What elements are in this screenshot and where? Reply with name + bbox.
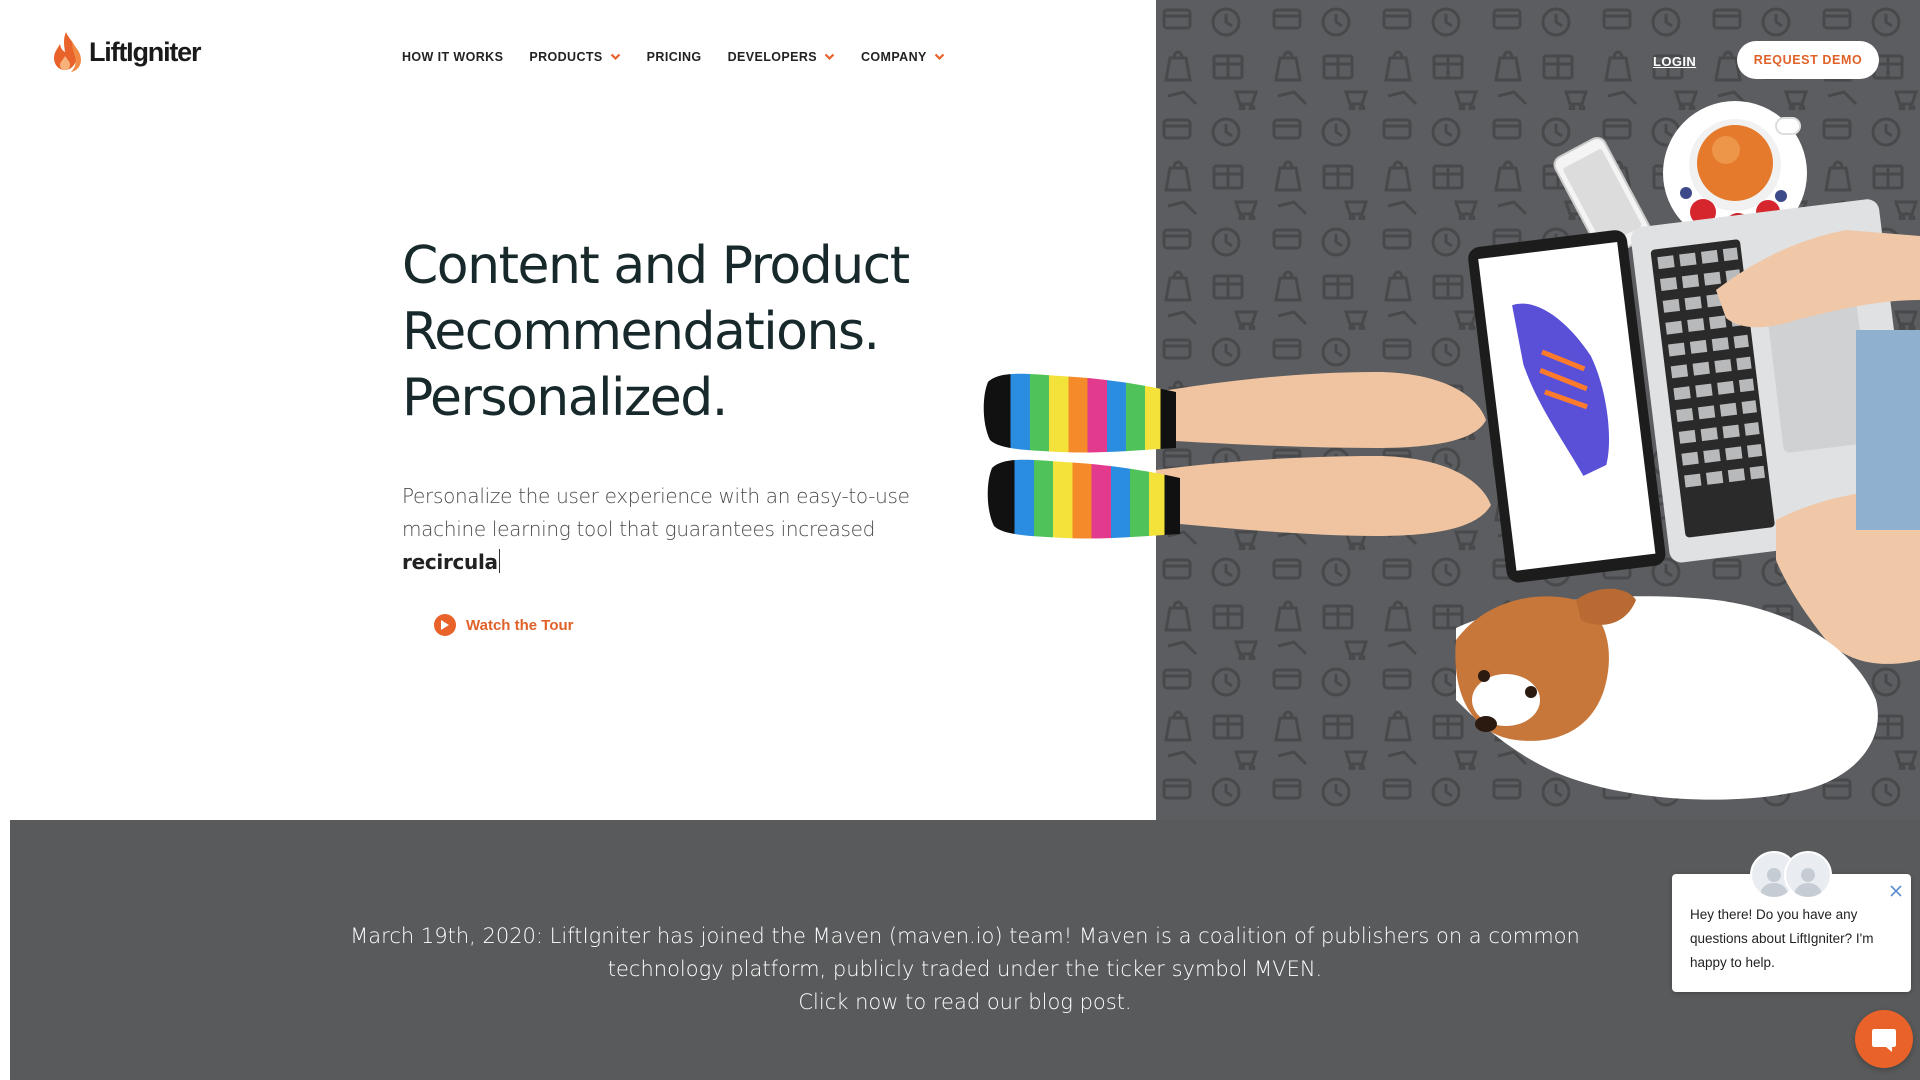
nav-label: PRODUCTS — [529, 50, 603, 64]
announcement-text: March 19th, 2020: LiftIgniter has joined… — [10, 920, 1920, 1019]
chevron-down-icon — [610, 53, 620, 61]
logo[interactable]: LiftIgniter — [51, 30, 201, 74]
hero-title: Content and Product Recommendations. Per… — [402, 233, 962, 431]
logo-text: LiftIgniter — [89, 36, 201, 67]
chat-bubble-icon — [1872, 1029, 1896, 1052]
nav-item-products[interactable]: PRODUCTS — [529, 50, 620, 64]
flame-logo-icon — [54, 32, 81, 72]
hero-subtitle: Personalize the user experience with an … — [402, 480, 922, 579]
user-silhouette-icon — [1794, 868, 1822, 897]
striped-socks-image — [983, 373, 1180, 539]
avatar — [1784, 851, 1832, 899]
chat-launcher-button[interactable] — [1855, 1010, 1913, 1068]
typing-caret — [498, 549, 500, 573]
nav-label: COMPANY — [861, 50, 927, 64]
nav-item-company[interactable]: COMPANY — [861, 50, 945, 64]
login-link[interactable]: LOGIN — [1653, 54, 1696, 69]
watch-tour-label: Watch the Tour — [466, 616, 574, 634]
watch-tour-link[interactable]: Watch the Tour — [434, 614, 574, 636]
chevron-down-icon — [824, 53, 835, 61]
announcement-banner[interactable]: March 19th, 2020: LiftIgniter has joined… — [10, 820, 1920, 1080]
hero-image-panel — [1156, 0, 1920, 820]
close-icon[interactable] — [1889, 884, 1903, 898]
hero-title-line: Recommendations. — [402, 302, 880, 362]
typed-word: recircula — [402, 550, 498, 574]
request-demo-button[interactable]: REQUEST DEMO — [1737, 41, 1879, 79]
chevron-down-icon — [934, 53, 945, 61]
nav-label: DEVELOPERS — [727, 50, 817, 64]
hero-title-line: Personalized. — [402, 368, 728, 428]
announcement-line: March 19th, 2020: LiftIgniter has joined… — [350, 924, 1580, 948]
hero-title-line: Content and Product — [402, 236, 910, 296]
hero-photo — [1156, 0, 1920, 820]
nav-label: PRICING — [646, 50, 702, 64]
chat-agent-avatars — [1750, 851, 1832, 899]
hero-subtitle-text: Personalize the user experience with an … — [402, 484, 910, 541]
nav-label: HOW IT WORKS — [402, 50, 504, 64]
nav-item-developers[interactable]: DEVELOPERS — [728, 50, 835, 64]
chat-message: Hey there! Do you have any questions abo… — [1690, 907, 1874, 970]
announcement-link[interactable]: Click now to read our blog post. — [10, 986, 1920, 1019]
announcement-line: technology platform, publicly traded und… — [607, 957, 1323, 981]
play-icon — [434, 614, 456, 636]
nav-item-pricing[interactable]: PRICING — [647, 50, 702, 64]
main-nav: HOW IT WORKS PRODUCTS PRICING DEVELOPERS… — [402, 50, 971, 64]
nav-item-how-it-works[interactable]: HOW IT WORKS — [402, 50, 503, 64]
